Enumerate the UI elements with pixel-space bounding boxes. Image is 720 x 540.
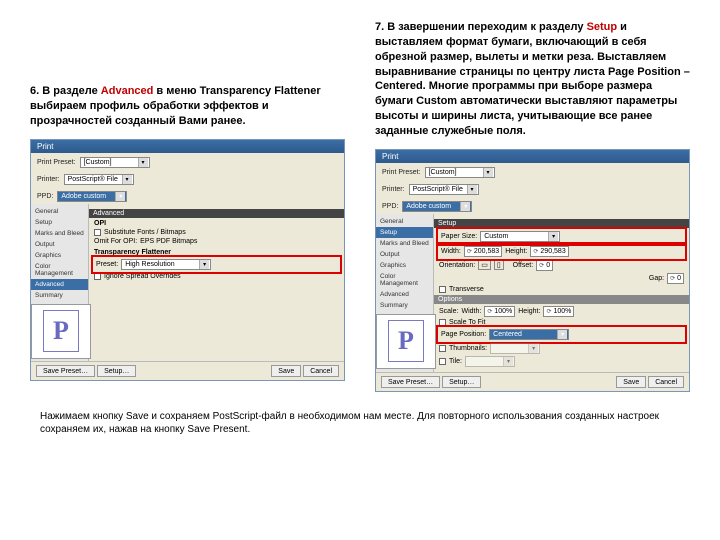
setup-button[interactable]: Setup… [97, 365, 136, 377]
scale-width-input[interactable]: 100% [484, 306, 515, 317]
sidebar-item-summary[interactable]: Summary [376, 300, 433, 311]
page-position-select[interactable]: Centered [489, 329, 569, 340]
sidebar-item-marks[interactable]: Marks and Bleed [31, 228, 88, 239]
orientation-icon[interactable]: ▯ [494, 260, 504, 270]
offset-input[interactable]: 0 [536, 260, 553, 271]
letter-p-icon: P [398, 326, 414, 356]
dialog-title: Print [376, 150, 689, 163]
printer-select[interactable]: PostScript® File [64, 174, 134, 185]
ppd-select[interactable]: Adobe custom [57, 191, 127, 202]
tile-checkbox[interactable] [439, 358, 446, 365]
print-dialog-advanced: Print Print Preset: [Custom] Printer: Po… [30, 139, 345, 381]
sidebar-item-output[interactable]: Output [376, 249, 433, 260]
print-preset-select[interactable]: [Custom] [80, 157, 150, 168]
width-input[interactable]: 200,583 [464, 246, 502, 257]
sidebar-item-graphics[interactable]: Graphics [376, 260, 433, 271]
sidebar-item-graphics[interactable]: Graphics [31, 250, 88, 261]
print-preset-select[interactable]: [Custom] [425, 167, 495, 178]
sidebar-item-marks[interactable]: Marks and Bleed [376, 238, 433, 249]
ignore-overrides-checkbox[interactable] [94, 273, 101, 280]
scale-to-fit-checkbox[interactable] [439, 319, 446, 326]
thumbnails-checkbox[interactable] [439, 345, 446, 352]
scale-height-input[interactable]: 100% [543, 306, 574, 317]
height-input[interactable]: 290,583 [530, 246, 568, 257]
sidebar-item-setup[interactable]: Setup [31, 217, 88, 228]
section-list: General Setup Marks and Bleed Output Gra… [31, 204, 89, 361]
sidebar-item-setup[interactable]: Setup [376, 227, 433, 238]
sidebar-item-output[interactable]: Output [31, 239, 88, 250]
dimensions-highlight: Width: 200,583 Height: 290,583 [439, 245, 684, 258]
page-position-highlight: Page Position: Centered [439, 328, 684, 341]
sidebar-item-general[interactable]: General [31, 206, 88, 217]
page-thumbnail: P [376, 314, 436, 369]
sidebar-item-summary[interactable]: Summary [31, 290, 88, 301]
sidebar-item-general[interactable]: General [376, 216, 433, 227]
flattener-preset-highlight: Preset: High Resolution [94, 258, 339, 271]
save-button[interactable]: Save [616, 376, 646, 388]
gap-input[interactable]: 0 [667, 273, 684, 284]
printer-select[interactable]: PostScript® File [409, 184, 479, 195]
paper-size-highlight: Paper Size: Custom [439, 230, 684, 243]
sidebar-item-color[interactable]: Color Management [31, 261, 88, 279]
substitute-checkbox[interactable] [94, 229, 101, 236]
sidebar-item-color[interactable]: Color Management [376, 271, 433, 289]
ppd-select[interactable]: Adobe custom [402, 201, 472, 212]
orientation-icon[interactable]: ▭ [478, 260, 491, 270]
letter-p-icon: P [53, 316, 69, 346]
print-dialog-setup: Print Print Preset: [Custom] Printer: Po… [375, 149, 690, 392]
sidebar-item-advanced[interactable]: Advanced [31, 279, 88, 290]
dialog-title: Print [31, 140, 344, 153]
cancel-button[interactable]: Cancel [303, 365, 339, 377]
paper-size-select[interactable]: Custom [480, 231, 560, 242]
save-button[interactable]: Save [271, 365, 301, 377]
sidebar-item-advanced[interactable]: Advanced [376, 289, 433, 300]
section-list: General Setup Marks and Bleed Output Gra… [376, 214, 434, 372]
cancel-button[interactable]: Cancel [648, 376, 684, 388]
instruction-6: 6. В разделе Advanced в меню Transparenc… [30, 84, 345, 129]
instruction-7: 7. В завершении переходим к разделу Setu… [375, 20, 690, 139]
setup-button[interactable]: Setup… [442, 376, 481, 388]
footnote-text: Нажимаем кнопку Save и сохраняем PostScr… [30, 410, 690, 436]
flattener-preset-select[interactable]: High Resolution [121, 259, 211, 270]
transverse-checkbox[interactable] [439, 286, 446, 293]
save-preset-button[interactable]: Save Preset… [36, 365, 95, 377]
page-thumbnail: P [31, 304, 91, 359]
save-preset-button[interactable]: Save Preset… [381, 376, 440, 388]
